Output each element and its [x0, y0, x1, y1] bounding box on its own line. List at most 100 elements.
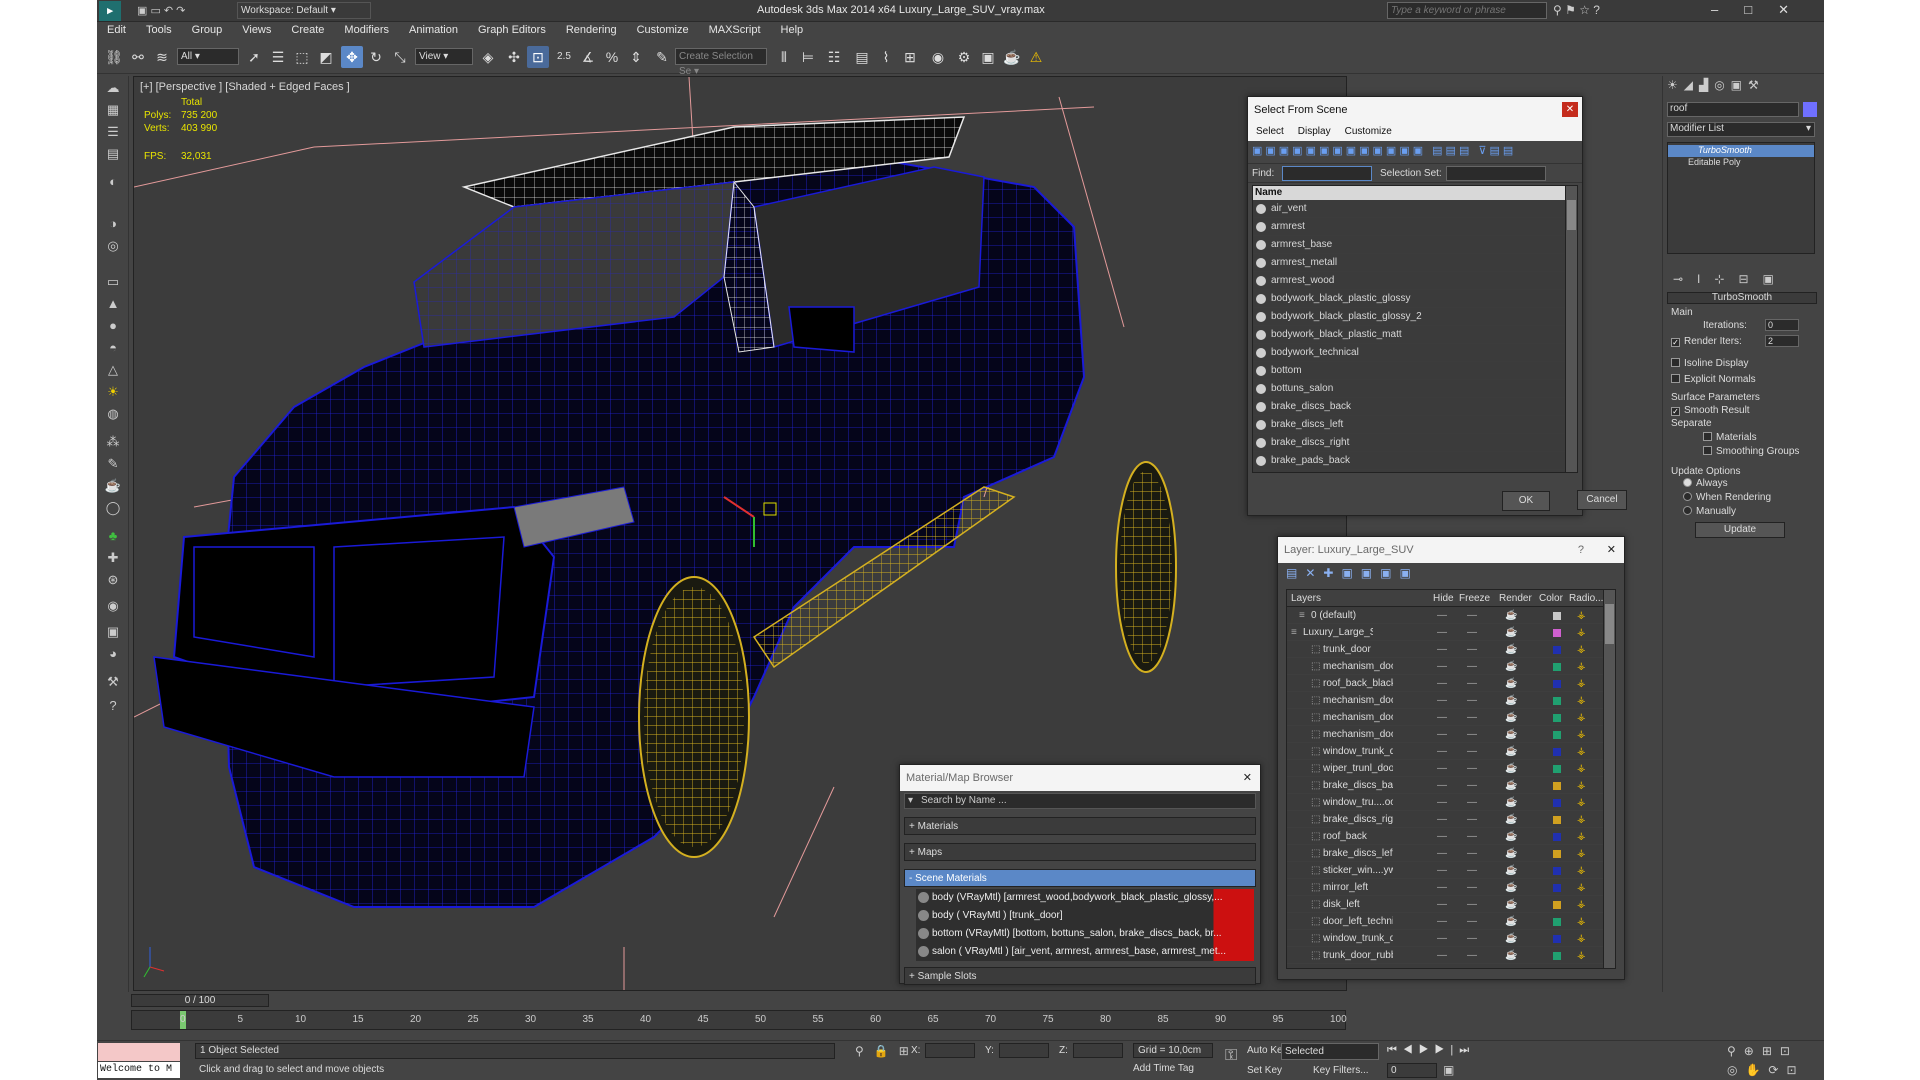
render-teapot-icon[interactable]: ☕ — [1505, 879, 1517, 896]
rect-selection-icon[interactable]: ⬚ — [291, 46, 313, 68]
layer-row[interactable]: ⬚ disk_left — — ☕ ⚶ — [1287, 896, 1615, 913]
hide-toggle[interactable]: — — [1437, 930, 1447, 947]
render-setup-icon[interactable]: ⚙ — [953, 46, 975, 68]
section-materials[interactable]: + Materials — [904, 817, 1256, 835]
radiosity-icon[interactable]: ⚶ — [1577, 947, 1586, 964]
render-teapot-icon[interactable]: ☕ — [1505, 607, 1517, 624]
menu-views[interactable]: Views — [232, 22, 281, 36]
layer-color-swatch[interactable] — [1553, 884, 1561, 892]
plant-icon[interactable]: ♣ — [102, 526, 124, 546]
render-teapot-icon[interactable]: ☕ — [1505, 794, 1517, 811]
render-frame-icon[interactable]: ▣ — [977, 46, 999, 68]
track-bar[interactable]: 0 5 10 15 20 25 30 35 40 45 50 55 60 65 70 75 80 85 90 95 10… — [131, 1010, 1347, 1030]
layer-row[interactable]: ⬚ brake_discs_left — — ☕ ⚶ — [1287, 845, 1615, 862]
layer-color-swatch[interactable] — [1553, 850, 1561, 858]
radiosity-icon[interactable]: ⚶ — [1577, 743, 1586, 760]
layer-color-swatch[interactable] — [1553, 918, 1561, 926]
layer-row[interactable]: ⬚ window_tru....oo — — ☕ ⚶ — [1287, 794, 1615, 811]
hide-toggle[interactable]: — — [1437, 913, 1447, 930]
pyramid-icon[interactable]: △ — [102, 360, 124, 380]
select-object-icon[interactable]: ➚ — [243, 46, 265, 68]
scene-material-item[interactable]: body ( VRayMtl ) [trunk_door] — [916, 907, 1254, 925]
system-icon[interactable]: ◉ — [102, 596, 124, 616]
window-controls[interactable]: –□✕ — [1711, 2, 1815, 18]
radiosity-icon[interactable]: ⚶ — [1577, 607, 1586, 624]
radiosity-icon[interactable]: ⚶ — [1577, 862, 1586, 879]
list-scrollbar[interactable] — [1565, 186, 1577, 472]
graphite-icon[interactable]: ▤ — [851, 46, 873, 68]
freeze-toggle[interactable]: — — [1467, 607, 1477, 624]
align-icon[interactable]: ⊨ — [797, 46, 819, 68]
stack-tool-icons[interactable]: ⊸I⊹⊟▣ — [1673, 272, 1788, 286]
layer-row[interactable]: ⬚ mirror_left — — ☕ ⚶ — [1287, 879, 1615, 896]
col-layers[interactable]: Layers — [1291, 593, 1321, 604]
materials-checkbox[interactable]: Materials — [1703, 432, 1757, 443]
y-coord-input[interactable] — [999, 1043, 1049, 1058]
layer-color-swatch[interactable] — [1553, 714, 1561, 722]
edit-named-sel-icon[interactable]: ✎ — [651, 46, 673, 68]
render-teapot-icon[interactable]: ☕ — [1505, 845, 1517, 862]
layer-color-swatch[interactable] — [1553, 765, 1561, 773]
layer-color-swatch[interactable] — [1553, 867, 1561, 875]
list-item[interactable]: armrest — [1253, 218, 1577, 236]
radiosity-icon[interactable]: ⚶ — [1577, 658, 1586, 675]
freeze-toggle[interactable]: — — [1467, 913, 1477, 930]
hide-toggle[interactable]: — — [1437, 862, 1447, 879]
hide-toggle[interactable]: — — [1437, 845, 1447, 862]
material-search-input[interactable]: ▾ Search by Name ... — [904, 793, 1256, 809]
menu-create[interactable]: Create — [281, 22, 334, 36]
render-teapot-icon[interactable]: ☕ — [1505, 913, 1517, 930]
link-icon[interactable]: ⛓ — [103, 46, 125, 68]
render-teapot-icon[interactable]: ☕ — [1505, 896, 1517, 913]
render-teapot-icon[interactable]: ☕ — [1505, 624, 1517, 641]
col-freeze[interactable]: Freeze — [1459, 593, 1490, 604]
time-slider[interactable]: 0 / 100 — [131, 994, 269, 1007]
paint-icon[interactable]: ✎ — [102, 454, 124, 474]
help-icon[interactable]: ? — [1578, 537, 1584, 563]
menu-help[interactable]: Help — [771, 22, 814, 36]
bind-spacewarp-icon[interactable]: ≋ — [151, 46, 173, 68]
torus-icon[interactable]: ◍ — [102, 404, 124, 424]
explicit-normals-checkbox[interactable]: Explicit Normals — [1671, 374, 1756, 385]
layer-color-swatch[interactable] — [1553, 935, 1561, 943]
help-icon[interactable]: ? — [102, 696, 124, 716]
list-icon[interactable]: ☰ — [102, 122, 124, 142]
update-button[interactable]: Update — [1695, 522, 1785, 538]
radiosity-icon[interactable]: ⚶ — [1577, 845, 1586, 862]
scene-icon[interactable]: ▦ — [102, 100, 124, 120]
box-icon[interactable]: ▭ — [102, 272, 124, 292]
menu-modifiers[interactable]: Modifiers — [334, 22, 399, 36]
render-teapot-icon[interactable]: ☕ — [1505, 641, 1517, 658]
smooth-result-checkbox[interactable]: ✓ Smooth Result — [1671, 405, 1750, 416]
layer-row[interactable]: ⬚ brake_discs_righ — — ☕ ⚶ — [1287, 811, 1615, 828]
layer-manager-icon[interactable]: ☷ — [823, 46, 845, 68]
render-teapot-icon[interactable]: ☕ — [1505, 743, 1517, 760]
layer-color-swatch[interactable] — [1553, 646, 1561, 654]
list-item[interactable]: bottuns_salon — [1253, 380, 1577, 398]
turbosmooth-rollout-header[interactable]: TurboSmooth — [1667, 292, 1817, 304]
teapot-icon[interactable]: ☕ — [102, 476, 124, 496]
freeze-toggle[interactable]: — — [1467, 947, 1477, 964]
close-icon[interactable]: ✕ — [1562, 102, 1578, 117]
radiosity-icon[interactable]: ⚶ — [1577, 709, 1586, 726]
menu-edit[interactable]: Edit — [97, 22, 136, 36]
radiosity-icon[interactable]: ⚶ — [1577, 641, 1586, 658]
render-teapot-icon[interactable]: ☕ — [1505, 930, 1517, 947]
render-teapot-icon[interactable]: ☕ — [1505, 862, 1517, 879]
light-icon[interactable]: ◐ — [102, 172, 124, 192]
select-by-name-icon[interactable]: ☰ — [267, 46, 289, 68]
percent-snap-icon[interactable]: % — [601, 46, 623, 68]
snap-toggle-icon[interactable]: 2.5 — [553, 46, 575, 68]
layer-row[interactable]: ⬚ brake_discs_bac — — ☕ ⚶ — [1287, 777, 1615, 794]
layer-color-swatch[interactable] — [1553, 748, 1561, 756]
layer-row[interactable]: ≡ 0 (default) — — ☕ ⚶ — [1287, 607, 1615, 624]
radiosity-icon[interactable]: ⚶ — [1577, 930, 1586, 947]
freeze-toggle[interactable]: — — [1467, 811, 1477, 828]
render-iters-row[interactable]: ✓ Render Iters: — [1671, 336, 1742, 347]
hide-toggle[interactable]: — — [1437, 658, 1447, 675]
iterations-spinner[interactable]: 0 — [1765, 319, 1799, 332]
pivot-icon[interactable]: ◈ — [477, 46, 499, 68]
hide-toggle[interactable]: — — [1437, 896, 1447, 913]
layer-row[interactable]: ≡ Luxury_Large_SUV — — ☕ ⚶ — [1287, 624, 1615, 641]
radiosity-icon[interactable]: ⚶ — [1577, 811, 1586, 828]
